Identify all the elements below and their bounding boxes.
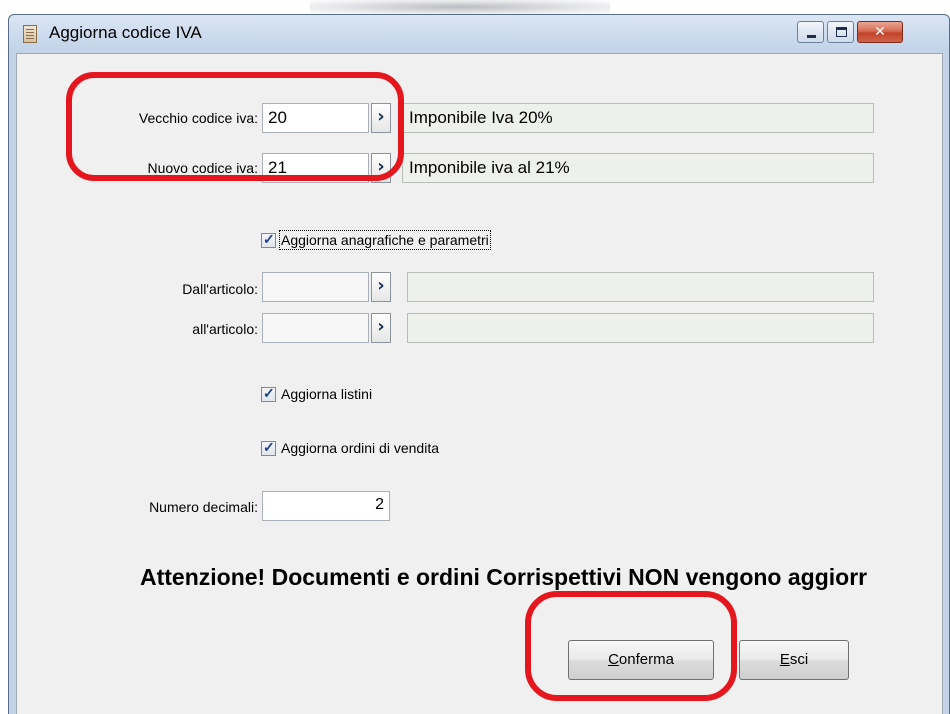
dialog-body: Vecchio codice iva: 20 Imponibile Iva 20… (16, 53, 943, 714)
aggiorna-ordini-label: Aggiorna ordini di vendita (281, 440, 439, 456)
nuovo-codice-description: Imponibile iva al 21% (402, 153, 874, 183)
dall-articolo-lookup-button[interactable] (371, 272, 391, 302)
all-articolo-input[interactable] (262, 313, 369, 343)
dall-articolo-description (407, 272, 874, 302)
app-document-icon (23, 25, 37, 43)
conferma-label: onferma (618, 651, 674, 668)
dall-articolo-input[interactable] (262, 272, 369, 302)
maximize-icon (836, 27, 847, 37)
background-smear (310, 0, 610, 14)
vecchio-codice-lookup-button[interactable] (371, 103, 391, 133)
vecchio-codice-label: Vecchio codice iva: (138, 110, 258, 126)
dall-articolo-label: Dall'articolo: (182, 281, 258, 297)
maximize-button[interactable] (827, 21, 854, 43)
window-title: Aggiorna codice IVA (49, 23, 202, 42)
conferma-button[interactable]: Conferma (568, 640, 714, 680)
esci-label: sci (789, 651, 809, 668)
aggiorna-anagrafiche-label: Aggiorna anagrafiche e parametri (279, 230, 491, 250)
all-articolo-lookup-button[interactable] (371, 313, 391, 343)
minimize-button[interactable] (797, 21, 824, 43)
all-articolo-label: all'articolo: (192, 321, 258, 337)
nuovo-codice-label: Nuovo codice iva: (147, 160, 258, 176)
close-icon: ✕ (874, 24, 886, 40)
numero-decimali-label: Numero decimali: (149, 499, 258, 515)
conferma-accelerator: C (608, 651, 619, 668)
minimize-icon (807, 35, 816, 38)
all-articolo-description (407, 313, 874, 343)
nuovo-codice-input[interactable]: 21 (262, 153, 369, 183)
vecchio-codice-input[interactable]: 20 (262, 103, 369, 133)
nuovo-codice-lookup-button[interactable] (371, 153, 391, 183)
esci-button[interactable]: Esci (739, 640, 849, 680)
aggiorna-ordini-checkbox[interactable] (261, 439, 276, 456)
aggiorna-listini-checkbox[interactable] (261, 385, 276, 402)
dialog-window: Aggiorna codice IVA ✕ Vecchio codice iva… (8, 14, 950, 714)
close-button[interactable]: ✕ (857, 21, 903, 43)
aggiorna-anagrafiche-checkbox[interactable] (261, 231, 276, 248)
aggiorna-listini-label: Aggiorna listini (281, 386, 373, 402)
vecchio-codice-description: Imponibile Iva 20% (402, 103, 874, 133)
title-bar[interactable]: Aggiorna codice IVA ✕ (9, 15, 949, 53)
warning-message: Attenzione! Documenti e ordini Corrispet… (140, 564, 868, 590)
numero-decimali-input[interactable]: 2 (262, 491, 390, 521)
esci-accelerator: E (779, 651, 790, 668)
